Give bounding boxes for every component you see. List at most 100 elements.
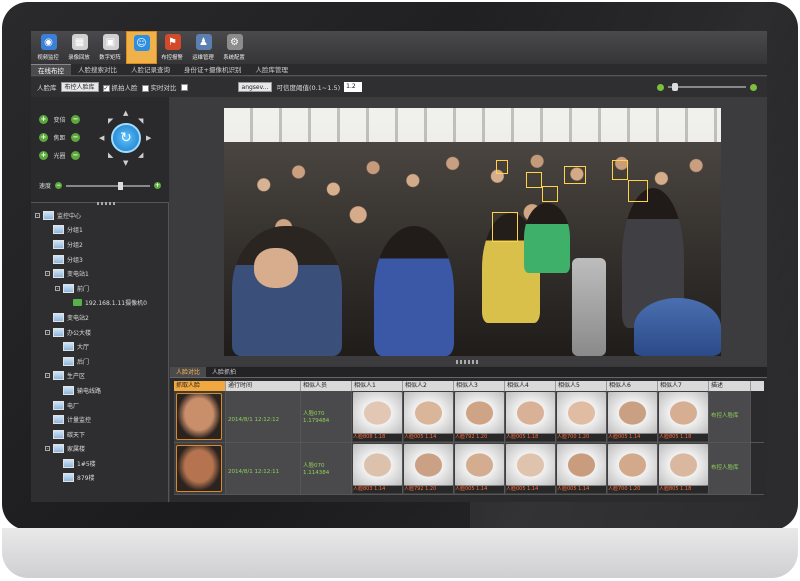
- toolbar-button-alarm[interactable]: ⚑ 布控报警: [157, 31, 188, 64]
- tree-expander-icon[interactable]: -: [45, 373, 50, 379]
- tree-node[interactable]: - 家属楼: [31, 442, 169, 457]
- candidate-cell[interactable]: 人脸005 1.18: [505, 391, 556, 442]
- tree-node[interactable]: - 监控中心: [31, 208, 169, 223]
- speed-slider[interactable]: [66, 181, 150, 190]
- speed-slider-thumb[interactable]: [118, 181, 124, 190]
- zoom-slider[interactable]: [668, 83, 746, 91]
- algorithm-select[interactable]: angsev...: [237, 82, 273, 92]
- live-video-feed[interactable]: [224, 108, 721, 356]
- results-tab-0[interactable]: 人脸对比: [170, 367, 207, 377]
- candidate-cell[interactable]: 人脸803 1.14: [352, 443, 403, 494]
- tab-module-1[interactable]: 人脸搜索对比: [71, 64, 124, 75]
- arrow-down-left-icon[interactable]: ◣: [108, 151, 113, 159]
- column-header[interactable]: 描述: [709, 381, 751, 391]
- candidate-cell[interactable]: 人脸805 1.18: [658, 443, 709, 494]
- speed-decrease-icon[interactable]: −: [55, 182, 63, 189]
- face-detection-box[interactable]: [496, 160, 508, 174]
- candidate-cell[interactable]: 人脸808 1.18: [352, 391, 403, 442]
- tree-node[interactable]: 输电线路: [31, 383, 169, 398]
- realtime-compare-checkbox[interactable]: 实时对比: [141, 82, 177, 92]
- tab-module-3[interactable]: 身份证+摄像机识别: [177, 64, 248, 75]
- toolbar-button-settings[interactable]: ⚙ 系统配置: [219, 31, 250, 64]
- arrow-down-icon[interactable]: ▼: [123, 159, 128, 167]
- tree-node[interactable]: 变电站2: [31, 310, 169, 325]
- tree-node[interactable]: 192.168.1.11摄像机0: [31, 296, 169, 311]
- tree-expander-icon[interactable]: -: [55, 285, 60, 291]
- tab-module-2[interactable]: 人脸记录查询: [124, 64, 177, 75]
- tree-node[interactable]: - 前门: [31, 281, 169, 296]
- face-detection-box[interactable]: [492, 212, 518, 242]
- toolbar-button-film[interactable]: ▦ 录像回放: [64, 31, 95, 64]
- candidate-cell[interactable]: 人脸700 1.20: [556, 391, 607, 442]
- face-detection-box[interactable]: [628, 180, 648, 202]
- minus-icon[interactable]: −: [71, 115, 80, 124]
- tree-node[interactable]: 大厅: [31, 339, 169, 354]
- tree-expander-icon[interactable]: -: [35, 212, 40, 218]
- tree-node[interactable]: 计量监控: [31, 412, 169, 427]
- column-header[interactable]: 相似人7: [658, 381, 709, 391]
- column-header[interactable]: 相似人2: [403, 381, 454, 391]
- capture-face-checkbox[interactable]: 抓拍人脸: [102, 82, 138, 92]
- face-detection-box[interactable]: [612, 160, 628, 180]
- tree-expander-icon[interactable]: -: [45, 271, 50, 277]
- tree-node[interactable]: 分组2: [31, 237, 169, 252]
- splitter-handle[interactable]: [456, 360, 480, 364]
- candidate-cell[interactable]: 人脸005 1.14: [505, 443, 556, 494]
- arrow-right-icon[interactable]: ▶: [146, 134, 151, 142]
- candidate-cell[interactable]: 人脸792 1.20: [403, 443, 454, 494]
- plus-icon[interactable]: +: [39, 133, 48, 142]
- candidate-cell[interactable]: 人脸700 1.20: [607, 443, 658, 494]
- plus-icon[interactable]: +: [39, 151, 48, 160]
- column-header[interactable]: 抓取人脸: [174, 381, 226, 391]
- column-header[interactable]: 相似人4: [505, 381, 556, 391]
- plus-icon[interactable]: +: [39, 115, 48, 124]
- left-splitter-handle[interactable]: [97, 202, 117, 205]
- zoom-slider-thumb[interactable]: [672, 83, 678, 91]
- minus-icon[interactable]: −: [71, 151, 80, 160]
- candidate-cell[interactable]: 人脸005 1.14: [607, 391, 658, 442]
- tree-node[interactable]: 电厂: [31, 398, 169, 413]
- ptz-reset-icon[interactable]: ↻: [111, 123, 141, 153]
- minus-icon[interactable]: −: [71, 133, 80, 142]
- column-header[interactable]: 通行时间: [226, 381, 301, 391]
- toolbar-button-admin[interactable]: ♟ 运维管理: [188, 31, 219, 64]
- face-detection-box[interactable]: [526, 172, 542, 188]
- candidate-cell[interactable]: 人脸005 1.14: [556, 443, 607, 494]
- arrow-left-icon[interactable]: ◀: [99, 134, 104, 142]
- table-row[interactable]: 2014/8/1 12:12:11 人脸070 1.114384 人脸803 1.14…: [174, 443, 764, 495]
- results-tab-1[interactable]: 人脸抓拍: [206, 367, 242, 377]
- arrow-up-icon[interactable]: ▲: [123, 109, 128, 117]
- candidate-cell[interactable]: 人脸792 1.20: [454, 391, 505, 442]
- column-header[interactable]: 相似人6: [607, 381, 658, 391]
- captured-face-cell[interactable]: [174, 391, 226, 442]
- face-detection-box[interactable]: [564, 166, 586, 184]
- tree-expander-icon[interactable]: -: [45, 329, 50, 335]
- captured-face-cell[interactable]: [174, 443, 226, 494]
- face-lib-select[interactable]: 布控人脸库: [60, 82, 99, 92]
- tab-module-0[interactable]: 在线布控: [31, 64, 71, 75]
- arrow-down-right-icon[interactable]: ◢: [138, 151, 143, 159]
- column-header[interactable]: 相似人1: [352, 381, 403, 391]
- tab-module-4[interactable]: 人脸库管理: [248, 64, 295, 75]
- candidate-cell[interactable]: 人脸005 1.14: [403, 391, 454, 442]
- candidate-cell[interactable]: 人脸805 1.18: [658, 391, 709, 442]
- tree-node[interactable]: - 办公大楼: [31, 325, 169, 340]
- tree-node[interactable]: - 变电站1: [31, 266, 169, 281]
- face-detection-box[interactable]: [542, 186, 558, 202]
- arrow-up-right-icon[interactable]: ◥: [138, 117, 143, 125]
- column-header[interactable]: 相似人员: [301, 381, 352, 391]
- tree-node[interactable]: - 生产区: [31, 369, 169, 384]
- zoom-out-icon[interactable]: [657, 83, 664, 91]
- tree-expander-icon[interactable]: -: [45, 446, 50, 452]
- toolbar-button-face-monitor[interactable]: ☺: [126, 31, 157, 64]
- column-header[interactable]: 相似人3: [454, 381, 505, 391]
- tree-node[interactable]: 1#5楼: [31, 456, 169, 471]
- tree-node[interactable]: 分组1: [31, 223, 169, 238]
- tree-node[interactable]: 碳天下: [31, 427, 169, 442]
- tree-node[interactable]: 879楼: [31, 471, 169, 486]
- extra-checkbox[interactable]: [180, 83, 188, 91]
- ptz-joystick[interactable]: ▲ ◤ ◥ ◀ ▶ ◣ ◢ ▼ ↻: [99, 107, 151, 169]
- toolbar-button-camera[interactable]: ◉ 视频监控: [33, 31, 64, 64]
- table-row[interactable]: 2014/8/1 12:12:12 人脸070 1.179484 人脸808 1.18…: [174, 391, 764, 443]
- arrow-up-left-icon[interactable]: ◤: [108, 117, 113, 125]
